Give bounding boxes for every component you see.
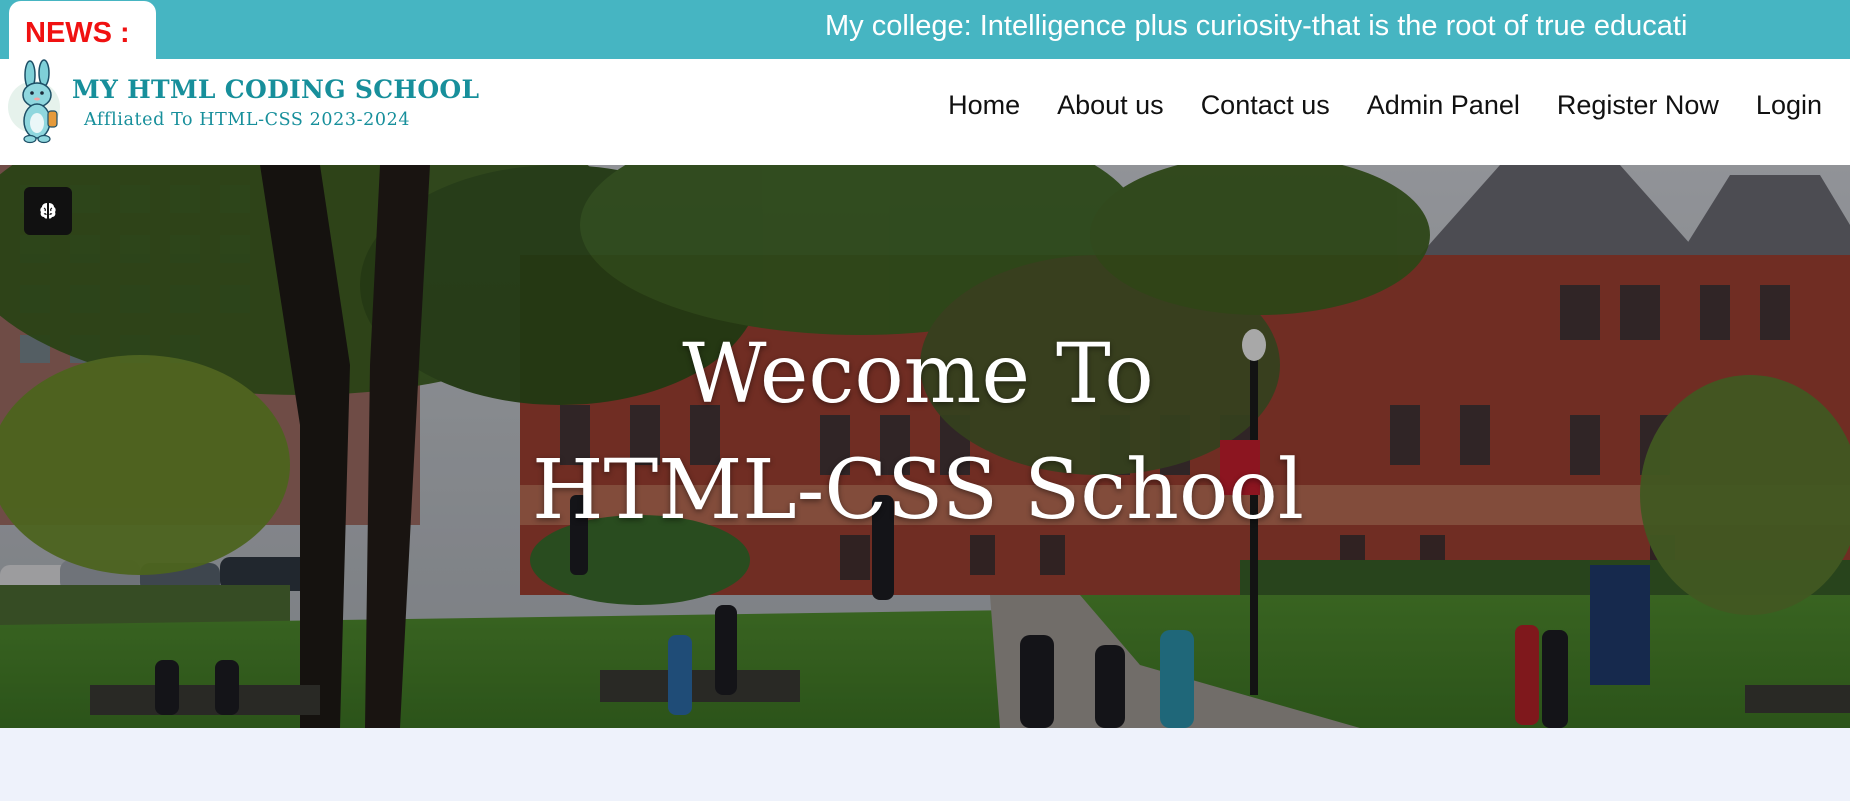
bunny-mascot-icon[interactable] [4, 59, 70, 150]
brain-icon[interactable] [24, 187, 72, 235]
page-content-area [0, 728, 1850, 801]
news-ticker-text: My college: Intelligence plus curiosity-… [825, 10, 1688, 42]
news-label: NEWS : [9, 1, 156, 59]
hero-heading-line-2: HTML-CSS School [532, 443, 1304, 538]
news-bar: NEWS : My college: Intelligence plus cur… [0, 0, 1850, 59]
main-nav: Home About us Contact us Admin Panel Reg… [911, 90, 1822, 121]
nav-about-us[interactable]: About us [1057, 90, 1164, 121]
site-header: MY HTML CODING SCHOOL Affliated To HTML-… [0, 59, 1850, 165]
hero-heading-line-1: Wecome To [682, 327, 1154, 422]
hero-heading: Wecome To HTML-CSS School [0, 317, 1836, 549]
nav-register-now[interactable]: Register Now [1557, 90, 1719, 121]
brand-subtitle: Affliated To HTML-CSS 2023-2024 [84, 110, 411, 130]
nav-admin-panel[interactable]: Admin Panel [1367, 90, 1520, 121]
nav-home[interactable]: Home [948, 90, 1020, 121]
brand-title[interactable]: MY HTML CODING SCHOOL [72, 75, 479, 104]
news-ticker[interactable]: My college: Intelligence plus curiosity-… [825, 0, 1718, 59]
hero-banner: Wecome To HTML-CSS School [0, 165, 1850, 728]
nav-login[interactable]: Login [1756, 90, 1822, 121]
nav-contact-us[interactable]: Contact us [1201, 90, 1330, 121]
